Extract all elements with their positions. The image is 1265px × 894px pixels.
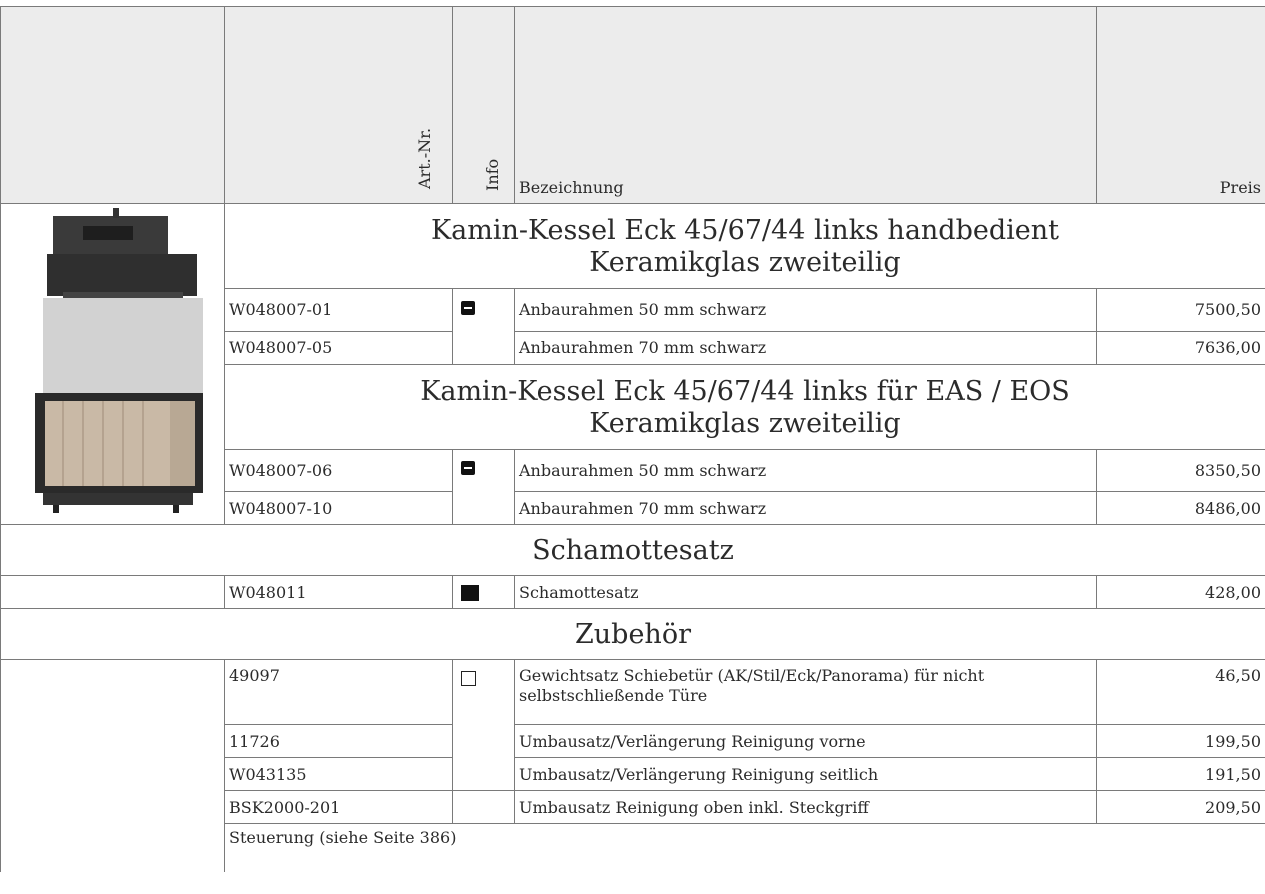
- description-cell: Anbaurahmen 70 mm schwarz: [514, 330, 1097, 365]
- group-title-line2: Keramikglas zweiteilig: [589, 247, 901, 278]
- info-cell: [452, 448, 515, 525]
- description-cell: Schamottesatz: [514, 575, 1097, 609]
- minus-square-icon: [461, 300, 475, 315]
- group-title-line1: Kamin-Kessel Eck 45/67/44 links handbedi…: [431, 215, 1059, 246]
- bezeichnung-label: Bezeichnung: [519, 178, 624, 197]
- table-row: W048011 Schamottesatz 428,00: [0, 575, 1265, 609]
- empty-square-icon: [461, 671, 476, 686]
- section-title-row: Zubehör: [0, 608, 1265, 660]
- fireplace-image: [34, 208, 203, 513]
- art-nr-cell: 11726: [224, 724, 453, 758]
- group-title-row: Kamin-Kessel Eck 45/67/44 links handbedi…: [0, 203, 1265, 525]
- group-title: Kamin-Kessel Eck 45/67/44 links für EAS …: [224, 363, 1265, 450]
- section-title: Schamottesatz: [0, 524, 1265, 576]
- group-title-line2: Keramikglas zweiteilig: [589, 407, 901, 439]
- description-cell: Umbausatz/Verlängerung Reinigung seitlic…: [514, 757, 1097, 791]
- price-cell: 209,50: [1096, 790, 1265, 824]
- steuerung-note: Steuerung (siehe Seite 386): [224, 823, 1265, 872]
- art-nr-cell: W048011: [224, 575, 453, 609]
- art-nr-label: Art.-Nr.: [415, 127, 434, 189]
- art-nr-cell: BSK2000-201: [224, 790, 453, 824]
- empty-image-cell: [0, 659, 225, 872]
- art-nr-cell: W048007-10: [224, 491, 453, 525]
- header-art-nr: Art.-Nr.: [224, 6, 453, 204]
- price-cell: 8486,00: [1096, 491, 1265, 525]
- empty-image-cell: [0, 575, 225, 609]
- price-cell: 46,50: [1096, 659, 1265, 725]
- price-cell: 191,50: [1096, 757, 1265, 791]
- section-title-row: Schamottesatz: [0, 524, 1265, 576]
- art-nr-cell: W048007-01: [224, 288, 453, 332]
- price-cell: 7636,00: [1096, 330, 1265, 365]
- price-cell: 428,00: [1096, 575, 1265, 609]
- art-nr-cell: 49097: [224, 659, 453, 725]
- group-title: Kamin-Kessel Eck 45/67/44 links handbedi…: [224, 203, 1265, 289]
- group-title-line1: Kamin-Kessel Eck 45/67/44 links für EAS …: [420, 375, 1070, 407]
- description-cell: Umbausatz/Verlängerung Reinigung vorne: [514, 724, 1097, 758]
- header-image-cell: [0, 6, 225, 204]
- header-info: Info: [452, 6, 515, 204]
- section-title: Zubehör: [0, 608, 1265, 660]
- price-cell: 7500,50: [1096, 288, 1265, 332]
- price-cell: 199,50: [1096, 724, 1265, 758]
- preis-label: Preis: [1219, 178, 1261, 197]
- info-cell: [452, 288, 515, 365]
- info-label: Info: [483, 158, 502, 191]
- description-cell: Anbaurahmen 50 mm schwarz: [514, 288, 1097, 332]
- header-row: Art.-Nr. Info Bezeichnung Preis: [0, 6, 1265, 204]
- table-row: 49097 Gewichtsatz Schiebetür (AK/Stil/Ec…: [0, 659, 1265, 872]
- header-preis: Preis: [1096, 6, 1265, 204]
- description-cell: Umbausatz Reinigung oben inkl. Steckgrif…: [514, 790, 1097, 824]
- product-image-cell: [0, 203, 225, 525]
- price-table: Art.-Nr. Info Bezeichnung Preis Kamin-Ke…: [0, 6, 1265, 872]
- filled-square-icon: [461, 585, 479, 601]
- info-cell: [452, 790, 515, 824]
- steuerung-note-text: Steuerung (siehe Seite 386): [229, 828, 457, 847]
- art-nr-cell: W043135: [224, 757, 453, 791]
- description-cell: Anbaurahmen 50 mm schwarz: [514, 448, 1097, 492]
- info-cell: [452, 575, 515, 609]
- art-nr-cell: W048007-06: [224, 448, 453, 492]
- description-cell: Anbaurahmen 70 mm schwarz: [514, 491, 1097, 525]
- art-nr-cell: W048007-05: [224, 330, 453, 365]
- price-cell: 8350,50: [1096, 448, 1265, 492]
- description-cell: Gewichtsatz Schiebetür (AK/Stil/Eck/Pano…: [514, 659, 1097, 725]
- info-cell: [452, 659, 515, 791]
- header-bezeichnung: Bezeichnung: [514, 6, 1097, 204]
- minus-square-icon: [461, 461, 475, 475]
